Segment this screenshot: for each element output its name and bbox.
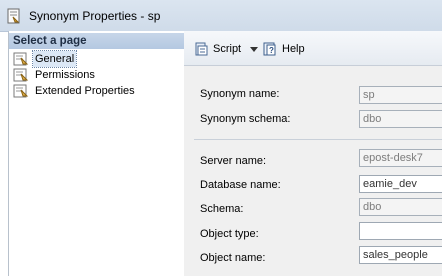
nav-item-label: General bbox=[31, 50, 78, 68]
help-label: Help bbox=[282, 43, 305, 55]
help-icon: ? bbox=[263, 42, 276, 56]
svg-text:?: ? bbox=[269, 46, 274, 55]
synonym-properties-window-icon bbox=[7, 8, 20, 24]
toolbar: Script ? Help bbox=[184, 31, 442, 66]
page-properties-icon bbox=[13, 52, 29, 66]
script-label: Script bbox=[213, 43, 242, 55]
object-name-label: Object name: bbox=[200, 252, 266, 264]
page-properties-icon bbox=[13, 84, 29, 98]
script-button[interactable]: Script bbox=[193, 40, 259, 58]
script-icon bbox=[195, 42, 208, 56]
synonym-schema-label: Synonym schema: bbox=[200, 113, 291, 125]
synonym-name-label: Synonym name: bbox=[200, 88, 280, 100]
server-name-field[interactable]: epost-desk7 bbox=[359, 149, 442, 167]
object-name-dropdown[interactable]: sales_people bbox=[359, 246, 442, 264]
window-title: Synonym Properties - sp bbox=[29, 9, 161, 23]
general-page: Script ? Help Synonym name: sp Synonym s… bbox=[184, 31, 442, 276]
help-button[interactable]: ? Help bbox=[262, 40, 306, 58]
chevron-down-icon[interactable] bbox=[250, 47, 258, 52]
nav-item-general[interactable]: General bbox=[11, 50, 181, 68]
nav-item-label: Extended Properties bbox=[35, 85, 135, 97]
synonym-schema-field[interactable]: dbo bbox=[359, 110, 442, 128]
schema-dropdown[interactable]: dbo bbox=[359, 198, 442, 216]
nav-item-permissions[interactable]: Permissions bbox=[11, 67, 181, 83]
database-name-dropdown[interactable]: eamie_dev bbox=[359, 175, 442, 193]
database-name-label: Database name: bbox=[200, 179, 281, 191]
page-properties-icon bbox=[13, 68, 29, 82]
server-name-label: Server name: bbox=[200, 155, 267, 167]
title-bar: Synonym Properties - sp bbox=[0, 0, 442, 32]
object-type-dropdown[interactable] bbox=[359, 222, 442, 240]
synonym-name-field[interactable]: sp bbox=[359, 86, 442, 104]
select-page-header: Select a page bbox=[9, 33, 184, 49]
nav-item-label: Permissions bbox=[35, 69, 95, 81]
section-divider bbox=[194, 139, 442, 140]
schema-label: Schema: bbox=[200, 203, 244, 215]
object-type-label: Object type: bbox=[200, 228, 259, 240]
select-page-pane: Select a page General Permissions Extend… bbox=[8, 31, 185, 276]
nav-item-extended-properties[interactable]: Extended Properties bbox=[11, 83, 181, 99]
